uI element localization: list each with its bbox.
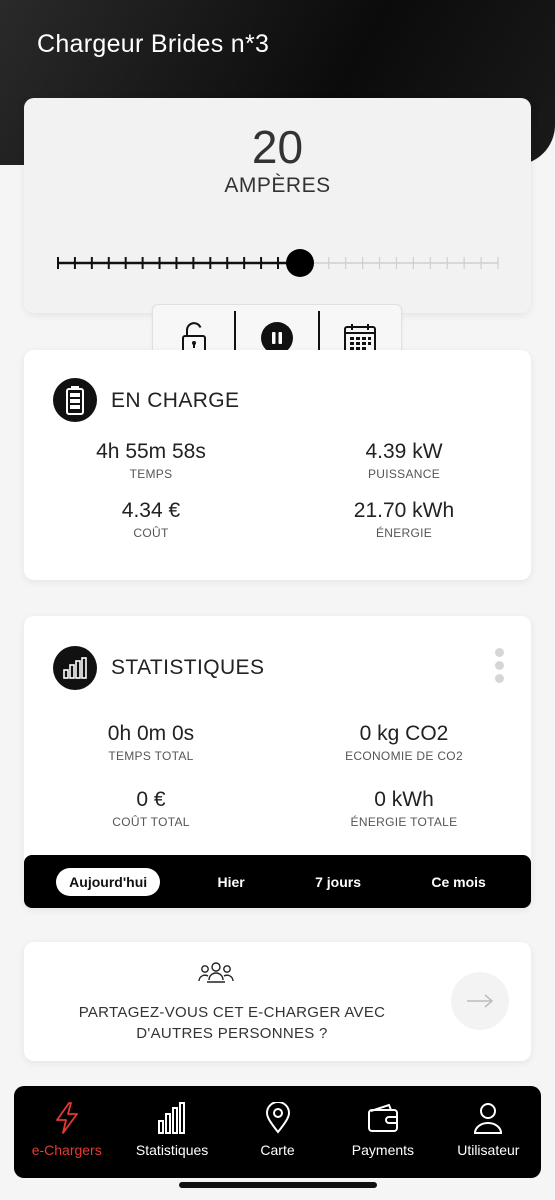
statistics-title: STATISTIQUES bbox=[111, 656, 265, 679]
map-pin-icon bbox=[265, 1102, 290, 1134]
battery-icon bbox=[53, 378, 97, 422]
stat-total-cost: 0 € COÛT TOTAL bbox=[112, 788, 190, 829]
home-indicator[interactable] bbox=[179, 1182, 377, 1188]
amperage-unit: AMPÈRES bbox=[224, 174, 331, 197]
user-icon bbox=[474, 1103, 503, 1134]
share-card[interactable]: PARTAGEZ-VOUS CET E-CHARGER AVEC D'AUTRE… bbox=[24, 942, 531, 1061]
arrow-right-icon bbox=[467, 994, 494, 1008]
statistics-card: STATISTIQUES 0h 0m 0s TEMPS TOTAL 0 kg CO… bbox=[24, 616, 531, 908]
amperage-card: 20 AMPÈRES bbox=[24, 98, 531, 313]
stat-time: 4h 55m 58s TEMPS bbox=[96, 440, 206, 481]
period-yesterday[interactable]: Hier bbox=[205, 868, 258, 896]
nav-carte[interactable]: Carte bbox=[225, 1086, 330, 1178]
stat-power: 4.39 kW PUISSANCE bbox=[365, 440, 443, 481]
period-7-days[interactable]: 7 jours bbox=[302, 868, 374, 896]
bar-chart-icon bbox=[53, 646, 97, 690]
page-title: Chargeur Brides n*3 bbox=[37, 30, 270, 58]
nav-payments[interactable]: Payments bbox=[330, 1086, 435, 1178]
share-arrow-button[interactable] bbox=[451, 972, 509, 1030]
people-icon bbox=[196, 960, 236, 991]
more-options-icon[interactable] bbox=[495, 648, 505, 687]
bolt-icon bbox=[55, 1102, 78, 1134]
period-selector: Aujourd'hui Hier 7 jours Ce mois bbox=[24, 855, 531, 908]
bar-chart-icon bbox=[158, 1102, 186, 1134]
stat-energy: 21.70 kWh ÉNERGIE bbox=[353, 499, 455, 540]
period-this-month[interactable]: Ce mois bbox=[418, 868, 498, 896]
stat-cost: 4.34 € COÛT bbox=[121, 499, 181, 540]
amperage-slider[interactable] bbox=[54, 248, 502, 278]
nav-statistiques[interactable]: Statistiques bbox=[119, 1086, 224, 1178]
charging-status: EN CHARGE bbox=[111, 389, 240, 412]
bottom-navigation: e-Chargers Statistiques Carte Payments U… bbox=[14, 1086, 541, 1178]
nav-e-chargers[interactable]: e-Chargers bbox=[14, 1086, 119, 1178]
amperage-value: 20 bbox=[251, 121, 304, 173]
period-today[interactable]: Aujourd'hui bbox=[56, 867, 161, 896]
slider-knob[interactable] bbox=[286, 249, 314, 277]
nav-utilisateur[interactable]: Utilisateur bbox=[436, 1086, 541, 1178]
stat-total-time: 0h 0m 0s TEMPS TOTAL bbox=[107, 722, 195, 763]
stat-co2: 0 kg CO2 ECONOMIE DE CO2 bbox=[345, 722, 463, 763]
share-question: PARTAGEZ-VOUS CET E-CHARGER AVEC D'AUTRE… bbox=[78, 1004, 386, 1042]
stat-total-energy: 0 kWh ÉNERGIE TOTALE bbox=[350, 788, 458, 829]
wallet-icon bbox=[367, 1103, 398, 1132]
charging-card: EN CHARGE 4h 55m 58s TEMPS 4.39 kW PUISSAN… bbox=[24, 350, 531, 580]
